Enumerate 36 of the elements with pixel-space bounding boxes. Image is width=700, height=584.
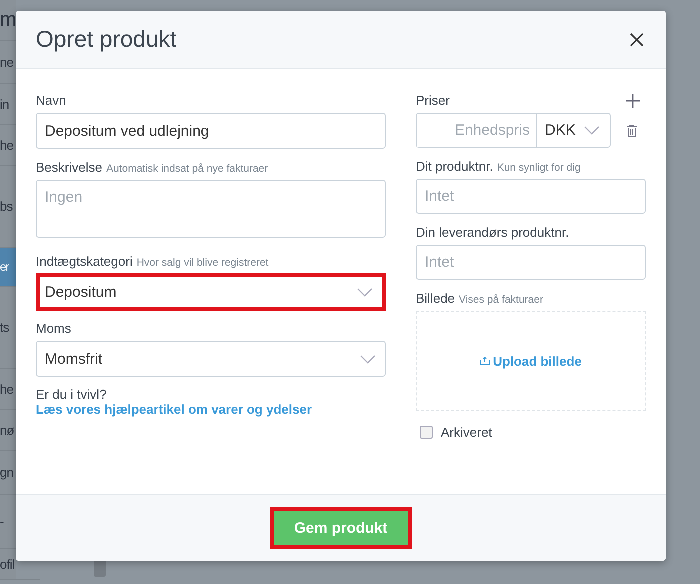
dropdown[interactable]: Depositum (36, 273, 386, 311)
help-text: Er du i tvivl? (36, 387, 107, 402)
text-area[interactable]: Ingen (36, 180, 386, 238)
checkbox[interactable] (420, 426, 433, 439)
help-link[interactable]: Læs vores hjælpeartikel om varer og ydelser (36, 402, 312, 417)
upload-area[interactable]: Upload billede (416, 311, 646, 411)
chevron-icon (360, 354, 376, 364)
checkbox-label: Arkiveret (441, 425, 492, 440)
field-label: Priser (416, 93, 450, 108)
field-label: Dit produktnr. (416, 159, 494, 174)
chevron-icon (357, 288, 373, 296)
price-field[interactable]: Enhedspris DKK (416, 113, 611, 148)
field-label: Navn (36, 93, 66, 108)
input-field[interactable]: Depositum ved udlejning (36, 113, 386, 149)
field-hint: Hvor salg vil blive registreret (136, 257, 269, 269)
trash-icon[interactable] (627, 124, 637, 136)
field-hint: Kun synligt for dig (497, 162, 581, 174)
sidebar-item-selected[interactable]: er (0, 248, 16, 287)
save-button[interactable]: Gem produkt (270, 507, 412, 549)
upload-icon (480, 357, 490, 365)
input-field[interactable]: Intet (416, 245, 646, 280)
dropdown[interactable]: Momsfrit (36, 341, 386, 377)
field-hint: Vises på fakturaer (459, 294, 544, 306)
chevron-icon (584, 126, 600, 135)
dialog-title: Opret produkt (36, 26, 177, 53)
close-icon[interactable] (630, 32, 644, 46)
input-field[interactable]: Intet (416, 179, 646, 214)
field-label: Beskrivelse (36, 160, 102, 175)
field-label: Moms (36, 321, 72, 336)
field-label: Indtægtskategori (36, 254, 133, 269)
currency-dropdown[interactable]: DKK (537, 114, 610, 147)
field-label: Din leverandørs produktnr. (416, 225, 570, 240)
field-hint: Automatisk indsat på nye fakturaer (106, 163, 268, 175)
field-label: Billede (416, 291, 456, 306)
upload-link[interactable]: Upload billede (493, 354, 582, 368)
add-icon[interactable] (626, 94, 640, 108)
